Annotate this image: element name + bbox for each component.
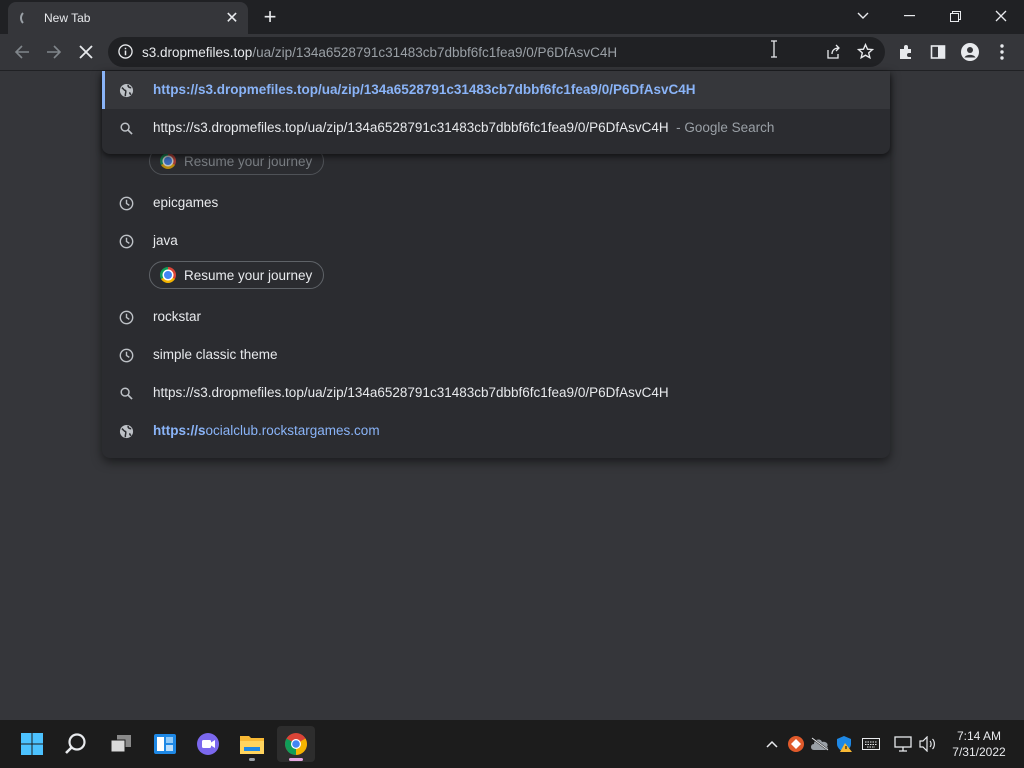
suggestion-text: https://s3.dropmefiles.top/ua/zip/134a65… xyxy=(153,82,696,97)
tab-search-button[interactable] xyxy=(840,0,886,32)
file-explorer-icon[interactable] xyxy=(233,726,271,762)
search-icon xyxy=(118,120,134,136)
share-icon[interactable] xyxy=(825,44,841,65)
tab-new-tab[interactable]: New Tab ✕ xyxy=(8,2,248,34)
suggestion-text: simple classic theme xyxy=(153,347,278,362)
globe-icon xyxy=(118,423,134,439)
suggestion-row[interactable]: simple classic theme xyxy=(102,336,890,374)
task-view-icon[interactable] xyxy=(102,726,140,762)
new-tab-button[interactable]: + xyxy=(258,4,282,29)
resume-journey-chip[interactable]: Resume your journey xyxy=(149,261,325,289)
suggestion-text: epicgames xyxy=(153,195,219,210)
volume-icon[interactable] xyxy=(918,734,938,754)
side-panel-icon[interactable] xyxy=(926,40,950,64)
loading-spinner-icon xyxy=(20,10,36,26)
suggestion-text: rockstar xyxy=(153,309,202,324)
active-indicator xyxy=(289,758,303,761)
onedrive-icon[interactable] xyxy=(810,734,830,754)
menu-kebab-icon[interactable] xyxy=(990,40,1014,64)
history-icon xyxy=(118,347,134,363)
restore-button[interactable] xyxy=(932,0,978,32)
omnibox-url[interactable]: s3.dropmefiles.top/ua/zip/134a6528791c31… xyxy=(142,45,617,60)
suggestion-text: java xyxy=(153,233,178,248)
history-icon xyxy=(118,195,134,211)
chrome-icon[interactable] xyxy=(277,726,315,762)
forward-button[interactable] xyxy=(42,40,66,64)
resume-journey-label: Resume your journey xyxy=(184,267,313,283)
suggestion-match: https://s xyxy=(153,423,206,438)
suggestion-query: https://s3.dropmefiles.top/ua/zip/134a65… xyxy=(153,120,669,135)
system-clock[interactable]: 7:14 AM 7/31/2022 xyxy=(948,728,1010,760)
history-icon xyxy=(118,233,134,249)
windows-taskbar: 7:14 AM 7/31/2022 xyxy=(0,720,1024,768)
browser-toolbar: s3.dropmefiles.top/ua/zip/134a6528791c31… xyxy=(0,34,1024,71)
chrome-logo-icon xyxy=(160,153,176,169)
resume-journey-label: Resume your journey xyxy=(184,153,313,169)
defender-icon[interactable] xyxy=(834,734,854,754)
suggestion-text: https://s3.dropmefiles.top/ua/zip/134a65… xyxy=(153,120,774,135)
suggestion-row[interactable]: https://s3.dropmefiles.top/ua/zip/134a65… xyxy=(102,71,890,109)
chevron-up-icon[interactable] xyxy=(762,734,782,754)
suggestion-row[interactable]: rockstar xyxy=(102,298,890,336)
suggestion-row[interactable]: epicgames xyxy=(102,184,890,222)
omnibox-suggestions-list: https://s3.dropmefiles.top/ua/zip/134a65… xyxy=(102,71,890,458)
keyboard-icon[interactable] xyxy=(861,734,881,754)
teams-chat-icon[interactable] xyxy=(189,726,227,762)
tab-title: New Tab xyxy=(44,11,91,25)
omnibox-path: /ua/zip/134a6528791c31483cb7dbbf6fc1fea9… xyxy=(252,45,618,60)
omnibox-top-suggestions: https://s3.dropmefiles.top/ua/zip/134a65… xyxy=(102,71,890,154)
search-icon[interactable] xyxy=(57,726,95,762)
tab-close-icon[interactable]: ✕ xyxy=(222,8,242,28)
widgets-icon[interactable] xyxy=(146,726,184,762)
close-window-button[interactable] xyxy=(978,0,1024,32)
profile-avatar-icon[interactable] xyxy=(958,40,982,64)
omnibox[interactable]: s3.dropmefiles.top/ua/zip/134a6528791c31… xyxy=(108,37,885,67)
suggestion-row[interactable]: https://socialclub.rockstargames.com xyxy=(102,412,890,450)
start-icon[interactable] xyxy=(13,726,51,762)
network-icon[interactable] xyxy=(893,734,913,754)
suggestion-rest: ocialclub.rockstargames.com xyxy=(205,423,380,438)
suggestion-text: https://s3.dropmefiles.top/ua/zip/134a65… xyxy=(153,385,669,400)
back-button[interactable] xyxy=(10,40,34,64)
chrome-logo-icon xyxy=(160,267,176,283)
stop-loading-button[interactable] xyxy=(74,40,98,64)
bookmark-star-icon[interactable] xyxy=(856,42,875,65)
text-cursor-icon xyxy=(770,40,778,58)
running-indicator xyxy=(249,758,255,761)
suggestion-row[interactable]: java xyxy=(102,222,890,260)
globe-icon xyxy=(118,82,134,98)
suggestion-row[interactable]: https://s3.dropmefiles.top/ua/zip/134a65… xyxy=(102,109,890,147)
site-info-icon[interactable] xyxy=(118,44,133,64)
clock-time: 7:14 AM xyxy=(956,729,1002,743)
history-icon xyxy=(118,309,134,325)
minimize-button[interactable] xyxy=(886,0,932,32)
extensions-icon[interactable] xyxy=(894,40,918,64)
suggestion-text: https://socialclub.rockstargames.com xyxy=(153,423,380,438)
suggestion-row[interactable]: https://s3.dropmefiles.top/ua/zip/134a65… xyxy=(102,374,890,412)
suggestion-suffix: - Google Search xyxy=(676,120,775,135)
app-tray-icon[interactable] xyxy=(786,734,806,754)
search-icon xyxy=(118,385,134,401)
omnibox-host: s3.dropmefiles.top xyxy=(142,45,253,60)
tab-strip: New Tab ✕ + xyxy=(0,0,1024,34)
clock-date: 7/31/2022 xyxy=(952,745,1006,759)
